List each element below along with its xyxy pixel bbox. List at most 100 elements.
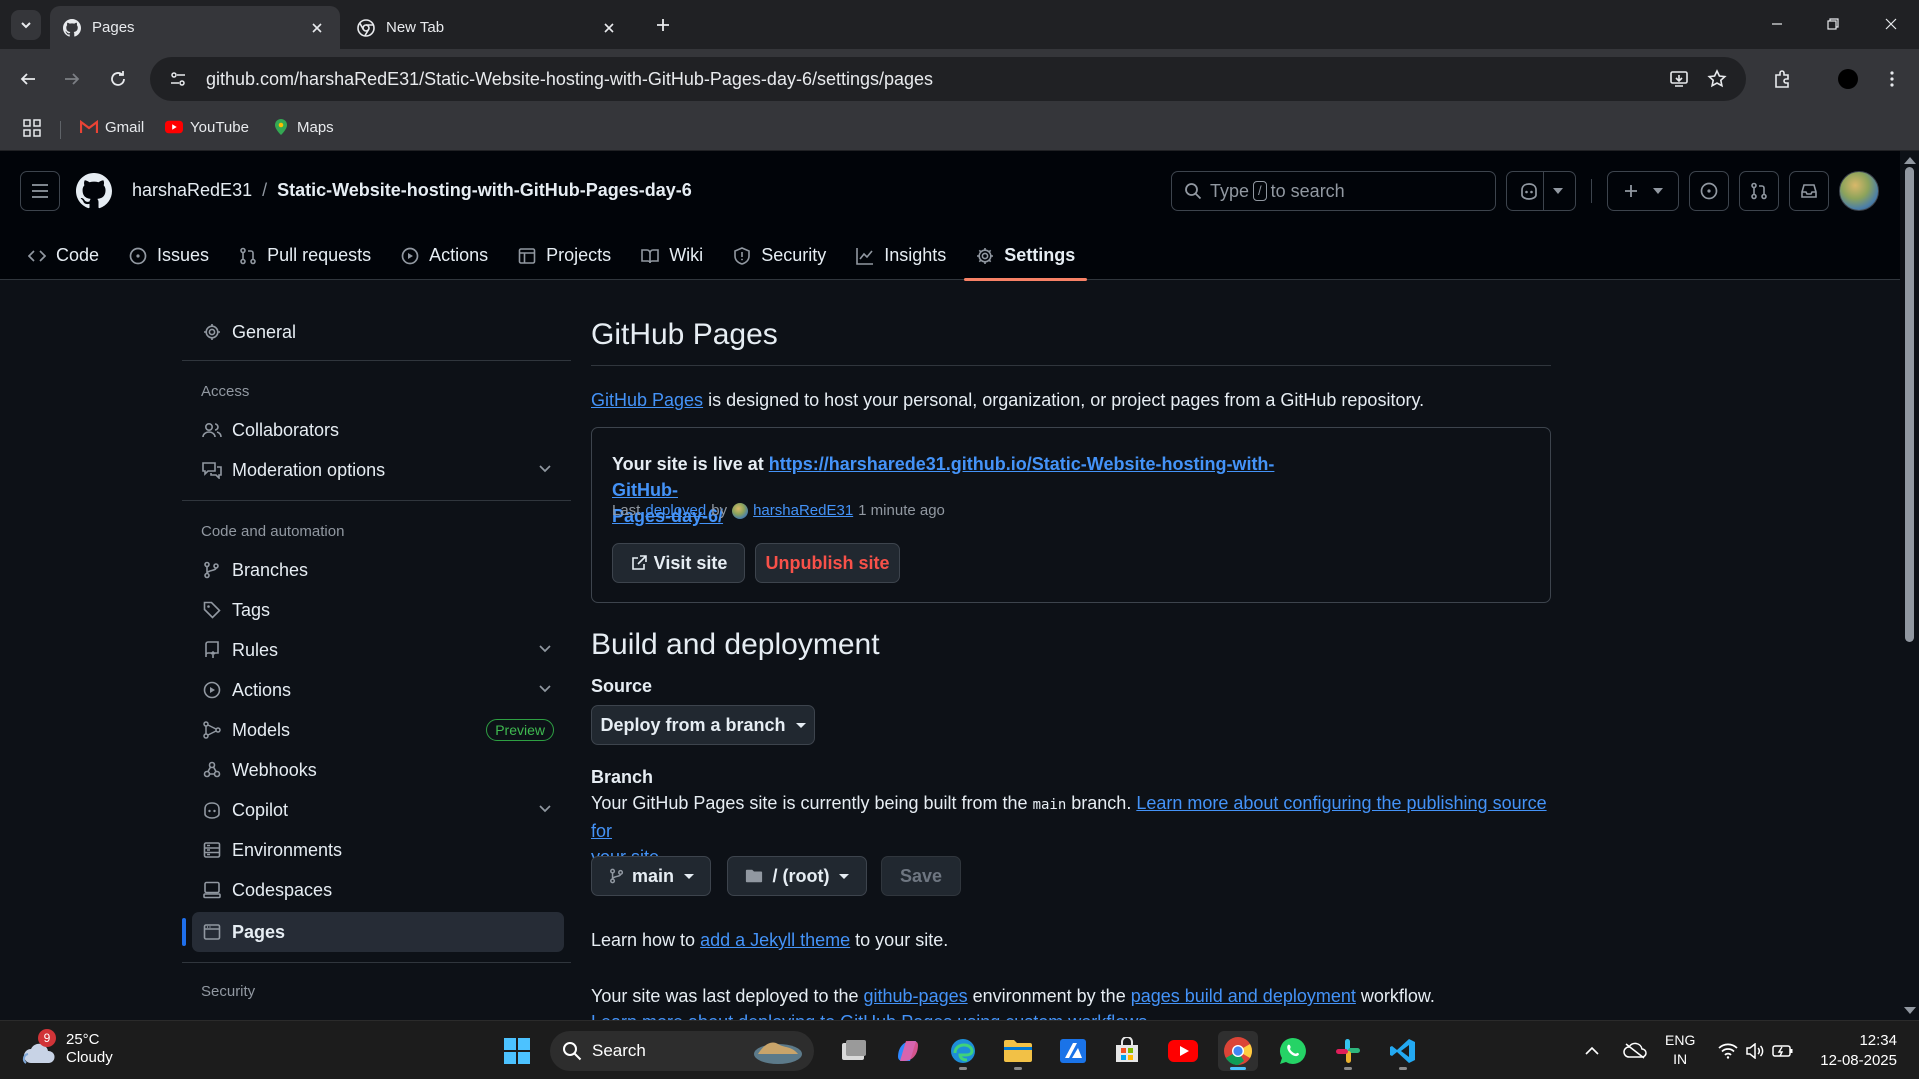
chrome-app[interactable] bbox=[1218, 1031, 1258, 1071]
close-icon[interactable] bbox=[306, 17, 328, 39]
sidebar-item-moderation[interactable]: Moderation options bbox=[192, 450, 564, 490]
copilot-button[interactable] bbox=[1506, 171, 1576, 211]
custom-workflows-link[interactable]: Learn more about deploying to GitHub Pag… bbox=[591, 1012, 1147, 1020]
jekyll-theme-link[interactable]: add a Jekyll theme bbox=[700, 930, 850, 950]
slack-app[interactable] bbox=[1328, 1031, 1368, 1071]
create-new-button[interactable] bbox=[1607, 171, 1679, 211]
file-explorer-app[interactable] bbox=[998, 1031, 1038, 1071]
tab-security[interactable]: Security bbox=[721, 231, 838, 280]
sidebar-item-codespaces[interactable]: Codespaces bbox=[192, 870, 564, 910]
sidebar-item-models[interactable]: Models Preview bbox=[192, 710, 564, 750]
azure-app[interactable] bbox=[1053, 1031, 1093, 1071]
branch-select[interactable]: main bbox=[591, 856, 711, 896]
profile-button[interactable] bbox=[1832, 63, 1864, 95]
task-view-button[interactable] bbox=[834, 1031, 874, 1071]
copilot-app[interactable] bbox=[888, 1031, 928, 1071]
sidebar-item-environments[interactable]: Environments bbox=[192, 830, 564, 870]
forward-button[interactable] bbox=[56, 63, 88, 95]
minimize-button[interactable] bbox=[1757, 8, 1797, 40]
browser-menu-button[interactable] bbox=[1876, 63, 1908, 95]
issues-button[interactable] bbox=[1689, 171, 1729, 211]
bookmark-youtube[interactable]: YouTube bbox=[165, 118, 249, 136]
sidebar-item-rules[interactable]: Rules bbox=[192, 630, 564, 670]
repo-owner-link[interactable]: harshaRedE31 bbox=[132, 180, 252, 201]
source-select[interactable]: Deploy from a branch bbox=[591, 705, 815, 745]
scroll-thumb[interactable] bbox=[1905, 167, 1914, 642]
global-menu-button[interactable] bbox=[20, 171, 60, 211]
language-indicator[interactable]: ENG IN bbox=[1665, 1031, 1695, 1069]
folder-select[interactable]: / (root) bbox=[727, 856, 867, 896]
new-tab-button[interactable] bbox=[650, 12, 676, 38]
tab-actions[interactable]: Actions bbox=[389, 231, 500, 280]
extensions-button[interactable] bbox=[1766, 63, 1798, 95]
close-window-button[interactable] bbox=[1871, 8, 1911, 40]
tab-label: Projects bbox=[546, 245, 612, 265]
user-avatar[interactable] bbox=[1839, 171, 1879, 211]
repo-name-link[interactable]: Static-Website-hosting-with-GitHub-Pages… bbox=[277, 180, 692, 201]
github-pages-link[interactable]: GitHub Pages bbox=[591, 390, 703, 410]
battery-icon[interactable] bbox=[1769, 1031, 1797, 1071]
scroll-up-icon[interactable] bbox=[1904, 157, 1916, 164]
scroll-down-icon[interactable] bbox=[1904, 1007, 1916, 1014]
tab-search-button[interactable] bbox=[11, 10, 41, 40]
taskbar-clock[interactable]: 12:34 12-08-2025 bbox=[1820, 1031, 1897, 1071]
github-logo-icon[interactable] bbox=[76, 173, 112, 209]
workflow-link[interactable]: pages build and deployment bbox=[1131, 986, 1356, 1006]
onedrive-tray[interactable] bbox=[1620, 1031, 1650, 1071]
address-bar[interactable]: github.com/harshaRedE31/Static-Website-h… bbox=[150, 57, 1746, 101]
unpublish-site-button[interactable]: Unpublish site bbox=[755, 543, 900, 583]
tab-code[interactable]: Code bbox=[16, 231, 111, 280]
wifi-icon[interactable] bbox=[1715, 1031, 1741, 1071]
site-info-icon[interactable] bbox=[158, 70, 198, 88]
deployed-link[interactable]: deployed bbox=[645, 502, 706, 519]
back-button[interactable] bbox=[12, 63, 44, 95]
save-button[interactable]: Save bbox=[881, 856, 961, 896]
play-icon bbox=[202, 680, 222, 700]
azure-icon bbox=[1060, 1039, 1086, 1063]
vscode-app[interactable] bbox=[1383, 1031, 1423, 1071]
sidebar-item-webhooks[interactable]: Webhooks bbox=[192, 750, 564, 790]
youtube-app[interactable] bbox=[1163, 1031, 1203, 1071]
sidebar-item-actions[interactable]: Actions bbox=[192, 670, 564, 710]
deployer-user-link[interactable]: harshaRedE31 bbox=[753, 502, 853, 519]
bookmark-star-icon[interactable] bbox=[1703, 65, 1731, 93]
start-button[interactable] bbox=[497, 1031, 537, 1071]
sidebar-item-tags[interactable]: Tags bbox=[192, 590, 564, 630]
sidebar-item-general[interactable]: General bbox=[192, 312, 564, 352]
gmail-icon bbox=[80, 118, 98, 136]
reload-button[interactable] bbox=[102, 63, 134, 95]
tab-settings[interactable]: Settings bbox=[964, 231, 1088, 281]
weather-widget[interactable]: 9 25°C Cloudy bbox=[22, 1029, 113, 1067]
inbox-button[interactable] bbox=[1789, 171, 1829, 211]
install-app-icon[interactable] bbox=[1665, 65, 1693, 93]
close-icon[interactable] bbox=[598, 17, 620, 39]
tab-pull-requests[interactable]: Pull requests bbox=[227, 231, 383, 280]
bookmark-gmail[interactable]: Gmail bbox=[80, 118, 144, 136]
edge-app[interactable] bbox=[943, 1031, 983, 1071]
pull-requests-button[interactable] bbox=[1739, 171, 1779, 211]
sidebar-item-copilot[interactable]: Copilot bbox=[192, 790, 564, 830]
last-deployed-text: Your site was last deployed to the githu… bbox=[591, 983, 1435, 1009]
volume-icon[interactable] bbox=[1742, 1031, 1768, 1071]
store-app[interactable] bbox=[1107, 1031, 1147, 1071]
restore-button[interactable] bbox=[1813, 8, 1853, 40]
sidebar-item-branches[interactable]: Branches bbox=[192, 550, 564, 590]
visit-site-button[interactable]: Visit site bbox=[612, 543, 745, 583]
sidebar-item-pages[interactable]: Pages bbox=[182, 912, 564, 952]
apps-button[interactable] bbox=[22, 118, 42, 138]
taskbar-search[interactable]: Search bbox=[550, 1031, 814, 1071]
windows-taskbar: 9 25°C Cloudy Search ENG IN 12:34 12-08-… bbox=[0, 1020, 1919, 1079]
bookmark-maps[interactable]: Maps bbox=[272, 118, 334, 136]
tab-wiki[interactable]: Wiki bbox=[629, 231, 715, 280]
page-scrollbar[interactable] bbox=[1900, 151, 1919, 1020]
sidebar-item-collaborators[interactable]: Collaborators bbox=[192, 410, 564, 450]
tab-issues[interactable]: Issues bbox=[117, 231, 221, 280]
tab-projects[interactable]: Projects bbox=[506, 231, 623, 280]
tab-insights[interactable]: Insights bbox=[844, 231, 958, 280]
whatsapp-app[interactable] bbox=[1273, 1031, 1313, 1071]
browser-tab-pages[interactable]: Pages bbox=[50, 6, 340, 49]
browser-tab-new-tab[interactable]: New Tab bbox=[344, 6, 632, 49]
search-input[interactable]: Type / to search bbox=[1171, 171, 1496, 211]
show-hidden-icons-button[interactable] bbox=[1580, 1031, 1604, 1071]
github-pages-env-link[interactable]: github-pages bbox=[864, 986, 968, 1006]
